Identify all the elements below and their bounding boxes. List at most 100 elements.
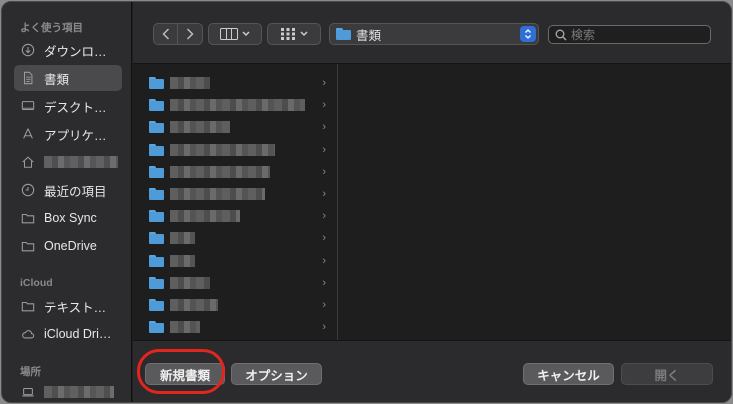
download-circle-icon <box>20 42 36 58</box>
chevron-right-icon: › <box>322 299 326 311</box>
redacted-folder-name <box>170 299 218 311</box>
search-input[interactable] <box>571 27 701 42</box>
document-icon <box>20 70 36 86</box>
chevron-right-icon: › <box>322 165 326 178</box>
folder-icon <box>149 210 164 223</box>
sidebar-item-desktop[interactable]: デスクト… <box>14 93 122 119</box>
clock-icon <box>20 182 36 198</box>
navigation-buttons <box>153 23 203 45</box>
sidebar-item-label: ダウンロ… <box>44 44 107 59</box>
new-document-button[interactable]: 新規書類 <box>145 363 225 385</box>
folder-icon <box>149 143 164 156</box>
grid-icon <box>281 28 295 40</box>
folder-row[interactable]: › <box>133 161 338 183</box>
column-view-button[interactable] <box>208 23 262 45</box>
redacted-computer-name <box>44 386 114 398</box>
sidebar-item-label: テキスト… <box>44 300 107 315</box>
sidebar-item-downloads[interactable]: ダウンロ… <box>14 37 122 63</box>
bottom-bar: 新規書類 オプション キャンセル 開く <box>133 340 731 402</box>
chevron-right-icon: › <box>322 210 326 223</box>
sidebar-item-textedit[interactable]: テキスト… <box>14 293 122 319</box>
options-button[interactable]: オプション <box>231 363 322 385</box>
sidebar-section-icloud: iCloud <box>20 277 53 289</box>
search-icon <box>555 29 567 40</box>
chevron-left-icon <box>161 28 169 40</box>
chevron-right-icon: › <box>322 121 326 134</box>
folder-icon <box>149 165 164 178</box>
redacted-folder-name <box>170 165 270 178</box>
redacted-folder-name <box>170 254 195 267</box>
folder-icon <box>20 298 36 314</box>
toolbar: 書類 <box>133 2 731 64</box>
file-list-column: › › › › › › › › › › › › <box>133 64 338 340</box>
location-popup[interactable]: 書類 <box>329 23 539 45</box>
sidebar-item-label: OneDrive <box>44 239 97 253</box>
redacted-folder-name <box>170 121 230 134</box>
back-button[interactable] <box>154 24 178 44</box>
updown-chevron-icon <box>520 26 536 42</box>
chevron-right-icon: › <box>322 254 326 267</box>
folder-icon <box>149 77 164 89</box>
chevron-right-icon: › <box>322 321 326 334</box>
redacted-folder-name <box>170 321 200 334</box>
sidebar-item-label: 書類 <box>44 72 70 87</box>
redacted-folder-name <box>170 143 275 156</box>
group-view-button[interactable] <box>267 23 321 45</box>
sidebar-item-box-sync[interactable]: Box Sync <box>14 205 122 231</box>
laptop-icon <box>20 384 36 400</box>
location-label: 書類 <box>356 28 382 43</box>
sidebar-item-home[interactable] <box>14 149 122 175</box>
desktop-icon <box>20 98 36 114</box>
sidebar-item-label: Box Sync <box>44 211 97 225</box>
sidebar-item-icloud-drive[interactable]: iCloud Dri… <box>14 321 122 347</box>
folder-row[interactable]: › <box>133 205 338 227</box>
folder-row[interactable]: › <box>133 272 338 294</box>
sidebar-item-applications[interactable]: アプリケ… <box>14 121 122 147</box>
folder-row[interactable]: › <box>133 116 338 138</box>
chevron-down-icon <box>300 31 308 37</box>
folder-icon <box>149 188 164 200</box>
folder-row[interactable]: › <box>133 250 338 272</box>
sidebar-section-favorites: よく使う項目 <box>20 22 83 34</box>
folder-icon <box>20 238 36 254</box>
redacted-home-name <box>44 156 118 168</box>
redacted-folder-name <box>170 232 195 245</box>
sidebar-item-computer[interactable] <box>14 379 122 402</box>
chevron-right-icon: › <box>322 232 326 245</box>
columns-icon <box>220 28 238 40</box>
folder-row[interactable]: › <box>133 94 338 116</box>
redacted-folder-name <box>170 276 210 289</box>
sidebar-item-label: iCloud Dri… <box>44 327 112 341</box>
cancel-button[interactable]: キャンセル <box>523 363 614 385</box>
folder-icon <box>149 299 164 311</box>
open-button[interactable]: 開く <box>621 363 713 385</box>
redacted-folder-name <box>170 210 240 223</box>
sidebar-item-onedrive[interactable]: OneDrive <box>14 233 122 259</box>
chevron-right-icon: › <box>322 77 326 89</box>
folder-row[interactable]: › <box>133 294 338 316</box>
folder-row[interactable]: › <box>133 183 338 205</box>
folder-row[interactable]: › <box>133 72 338 94</box>
chevron-right-icon: › <box>322 143 326 156</box>
folder-icon <box>149 232 164 245</box>
open-file-dialog: よく使う項目 ダウンロ… 書類 デスクト… アプリケ… 最近の項目 Box Sy… <box>1 1 732 403</box>
sidebar-item-documents[interactable]: 書類 <box>14 65 122 91</box>
sidebar-item-recents[interactable]: 最近の項目 <box>14 177 122 203</box>
folder-row[interactable]: › <box>133 316 338 338</box>
sidebar-section-locations: 場所 <box>20 366 41 378</box>
folder-row[interactable]: › <box>133 139 338 161</box>
folder-icon <box>336 28 351 40</box>
sidebar-item-label: アプリケ… <box>44 128 107 143</box>
home-icon <box>20 154 36 170</box>
folder-icon <box>149 254 164 267</box>
sidebar-item-label: 最近の項目 <box>44 184 107 199</box>
folder-row[interactable]: › <box>133 227 338 249</box>
forward-button[interactable] <box>178 24 202 44</box>
sidebar-item-label: デスクト… <box>44 100 107 115</box>
search-field[interactable] <box>548 25 711 44</box>
empty-column <box>339 64 731 340</box>
folder-icon <box>20 210 36 226</box>
folder-icon <box>149 121 164 134</box>
sidebar: よく使う項目 ダウンロ… 書類 デスクト… アプリケ… 最近の項目 Box Sy… <box>2 2 132 402</box>
chevron-right-icon: › <box>322 99 326 112</box>
